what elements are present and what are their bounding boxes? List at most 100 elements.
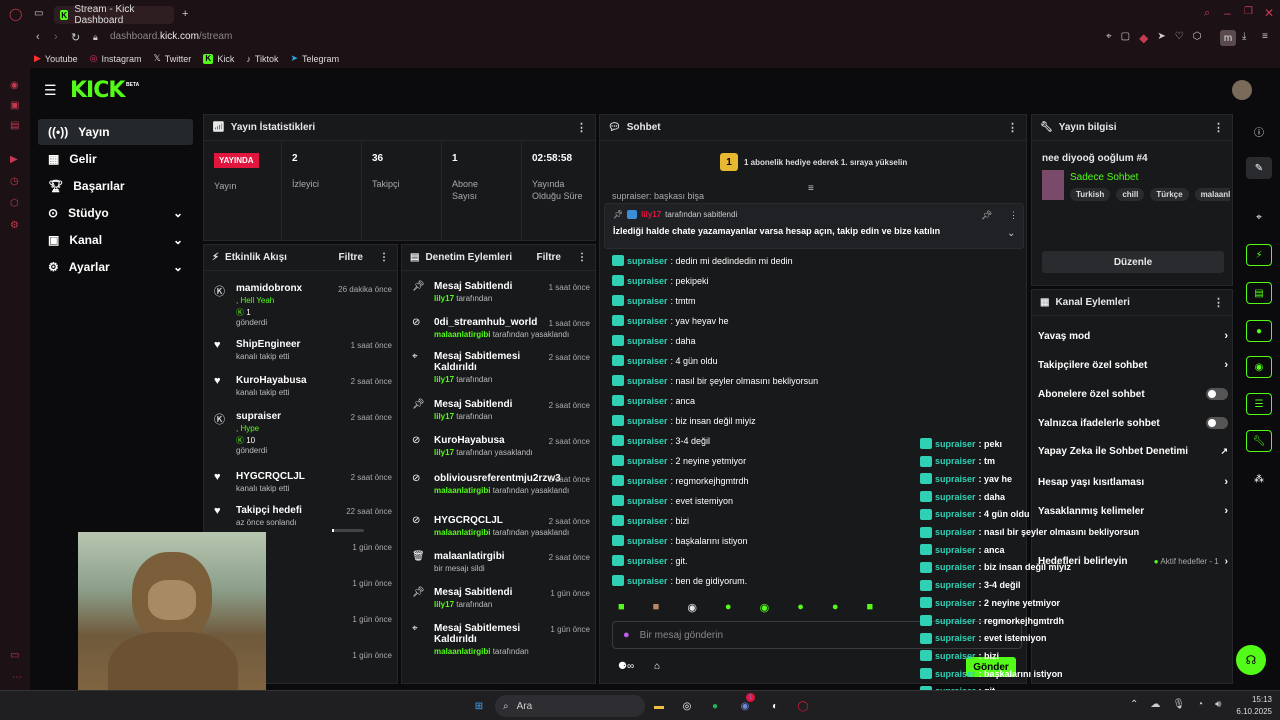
capture-icon[interactable]: ⌖ <box>1246 206 1272 228</box>
sidebar-item-basarilar[interactable]: 🏆︎ Başarılar <box>38 173 193 199</box>
chat-username[interactable]: supraiser <box>627 396 668 406</box>
user-avatar[interactable] <box>1232 80 1252 100</box>
new-tab-icon[interactable]: + <box>182 8 188 20</box>
kick-logo[interactable]: KICK <box>70 78 125 103</box>
back-icon[interactable]: ‹ <box>36 31 40 43</box>
emote-icon[interactable]: ● <box>832 601 839 614</box>
snapshot-icon[interactable]: ▢ <box>1121 31 1130 45</box>
toggle-switch[interactable] <box>1206 417 1228 429</box>
bookmark-youtube[interactable]: ▶ Youtube <box>34 53 78 64</box>
hamburger-icon[interactable]: ☰ <box>44 82 57 99</box>
download-icon[interactable]: ⤓ <box>1242 31 1246 42</box>
spotify-icon[interactable]: ● <box>706 697 724 715</box>
mic-icon[interactable]: 🎙︎ <box>1172 699 1185 710</box>
toggle-switch[interactable] <box>1206 388 1228 400</box>
bookmark-twitter[interactable]: 𝕏 Twitter <box>154 53 192 64</box>
chat-username[interactable]: supraiser <box>627 256 668 266</box>
chat-username[interactable]: supraiser <box>627 496 668 506</box>
apps-icon[interactable]: ⁂ <box>1246 468 1272 490</box>
more-options-icon[interactable]: ⋮ <box>1009 210 1018 221</box>
sidebar-item-yayin[interactable]: ((•)) Yayın <box>38 119 193 145</box>
emote-icon[interactable]: ◉ <box>687 601 697 614</box>
more-options-icon[interactable]: ⋮ <box>1007 121 1018 134</box>
menu-icon[interactable]: ≡ <box>1262 31 1268 42</box>
obs-icon[interactable]: ◐ <box>766 697 784 715</box>
windows-start-icon[interactable]: ⊞ <box>470 697 488 715</box>
chat-username[interactable]: supraiser <box>627 476 668 486</box>
emote-icon[interactable]: ■ <box>653 601 660 614</box>
heart-icon[interactable]: ♡ <box>1175 31 1184 45</box>
taskbar-search[interactable]: ⌕ Ara <box>495 695 645 717</box>
messenger-icon[interactable]: ▣ <box>10 100 19 111</box>
stream-category[interactable]: Sadece Sohbet <box>1070 172 1138 183</box>
sidebar-item-kanal[interactable]: ▣ Kanal ⌄ <box>38 227 193 253</box>
sidebar-item-gelir[interactable]: ▦ Gelir <box>38 146 193 172</box>
url-field[interactable]: dashboard.kick.com/stream <box>110 31 232 42</box>
more-options-icon[interactable]: ⋮ <box>576 121 587 134</box>
list-icon[interactable]: ☰ <box>1246 393 1272 415</box>
chat-username[interactable]: supraiser <box>627 276 668 286</box>
close-icon[interactable]: ✕ <box>1264 6 1274 20</box>
chat-username[interactable]: supraiser <box>627 316 668 326</box>
store-icon[interactable]: ⌂ <box>654 661 660 672</box>
edit-button[interactable]: Düzenle <box>1042 251 1224 273</box>
wifi-icon[interactable]: ◔ <box>1197 699 1203 710</box>
sidebar-icon-3[interactable]: ▤ <box>10 120 19 131</box>
reload-icon[interactable]: ↻ <box>71 31 80 44</box>
broadcast-icon[interactable]: ◉ <box>1246 356 1272 378</box>
collapse-icon[interactable]: ≡ <box>808 183 814 194</box>
filter-button[interactable]: Filtre <box>537 252 561 263</box>
file-explorer-icon[interactable]: ▬ <box>650 697 668 715</box>
sidebar-item-studyo[interactable]: ⊙ Stüdyo ⌄ <box>38 200 193 226</box>
more-options-icon[interactable]: ⋮ <box>1213 121 1224 134</box>
opera-icon[interactable]: ◯ <box>794 697 812 715</box>
emote-icon[interactable]: ■ <box>867 601 874 614</box>
extensions-icon[interactable]: ⬡ <box>10 198 19 209</box>
more-options-icon[interactable]: ⋮ <box>577 252 587 263</box>
search-tabs-icon[interactable]: ⌕ <box>1204 7 1210 20</box>
support-icon[interactable]: ☊ <box>1236 645 1266 675</box>
edit-icon[interactable]: ✎ <box>1246 157 1272 179</box>
sidebar-bottom-icon[interactable]: ▭ <box>10 650 19 661</box>
shield-icon[interactable]: ◆ <box>1139 31 1148 45</box>
chat-username[interactable]: supraiser <box>627 556 668 566</box>
clock[interactable]: 15:13 6.10.2025 <box>1232 695 1272 716</box>
filter-button[interactable]: Filtre <box>339 252 363 263</box>
chat-username[interactable]: supraiser <box>627 296 668 306</box>
chat-username[interactable]: supraiser <box>627 576 668 586</box>
emote-icon[interactable]: ● <box>797 601 804 614</box>
expand-icon[interactable]: ⌄ <box>1007 228 1015 239</box>
action-slow-mode[interactable]: Yavaş mod › <box>1038 330 1228 342</box>
sidebar-item-ayarlar[interactable]: ⚙ Ayarlar ⌄ <box>38 254 193 280</box>
history-icon[interactable]: ◷ <box>10 176 19 187</box>
chat-username[interactable]: supraiser <box>627 416 668 426</box>
maximize-icon[interactable]: ❐ <box>1244 6 1253 17</box>
more-icon[interactable]: ⋯ <box>12 672 22 683</box>
document-icon[interactable]: ▤ <box>1246 282 1272 304</box>
chevron-up-icon[interactable]: ⌃ <box>1130 699 1138 710</box>
lightning-icon[interactable]: ⚡︎ <box>1246 244 1272 266</box>
chat-username[interactable]: supraiser <box>627 536 668 546</box>
unpin-icon[interactable]: 📌︎ <box>981 210 992 221</box>
action-followers-only[interactable]: Takipçilere özel sohbet › <box>1038 359 1228 371</box>
more-options-icon[interactable]: ⋮ <box>379 252 389 263</box>
player-icon[interactable]: ▶ <box>10 154 18 165</box>
emote-icon[interactable]: ■ <box>618 601 625 614</box>
tab-kick-dashboard[interactable]: K Stream - Kick Dashboard <box>54 4 174 26</box>
steam-icon[interactable]: ◎ <box>678 697 696 715</box>
emote-icon[interactable]: ◉ <box>760 601 770 614</box>
bookmark-telegram[interactable]: ➤ Telegram <box>291 53 340 64</box>
settings-icon[interactable]: ⚙ <box>10 220 19 231</box>
wrench-icon[interactable]: 🔧︎ <box>1246 430 1272 452</box>
volume-icon[interactable]: 🔊︎ <box>1215 699 1221 710</box>
tab-list-icon[interactable]: ▭ <box>34 8 43 19</box>
chat-username[interactable]: supraiser <box>627 456 668 466</box>
minimize-icon[interactable]: – <box>1224 6 1231 20</box>
chat-username[interactable]: supraiser <box>627 376 668 386</box>
discord-icon[interactable]: ◉ 1 <box>736 693 755 715</box>
action-banned-words[interactable]: Yasaklanmış kelimeler › <box>1038 505 1228 517</box>
extension-icon[interactable]: ⬡ <box>1193 31 1202 45</box>
chat-username[interactable]: supraiser <box>627 516 668 526</box>
bookmark-instagram[interactable]: ◎ Instagram <box>90 53 142 64</box>
chat-username[interactable]: supraiser <box>627 436 668 446</box>
